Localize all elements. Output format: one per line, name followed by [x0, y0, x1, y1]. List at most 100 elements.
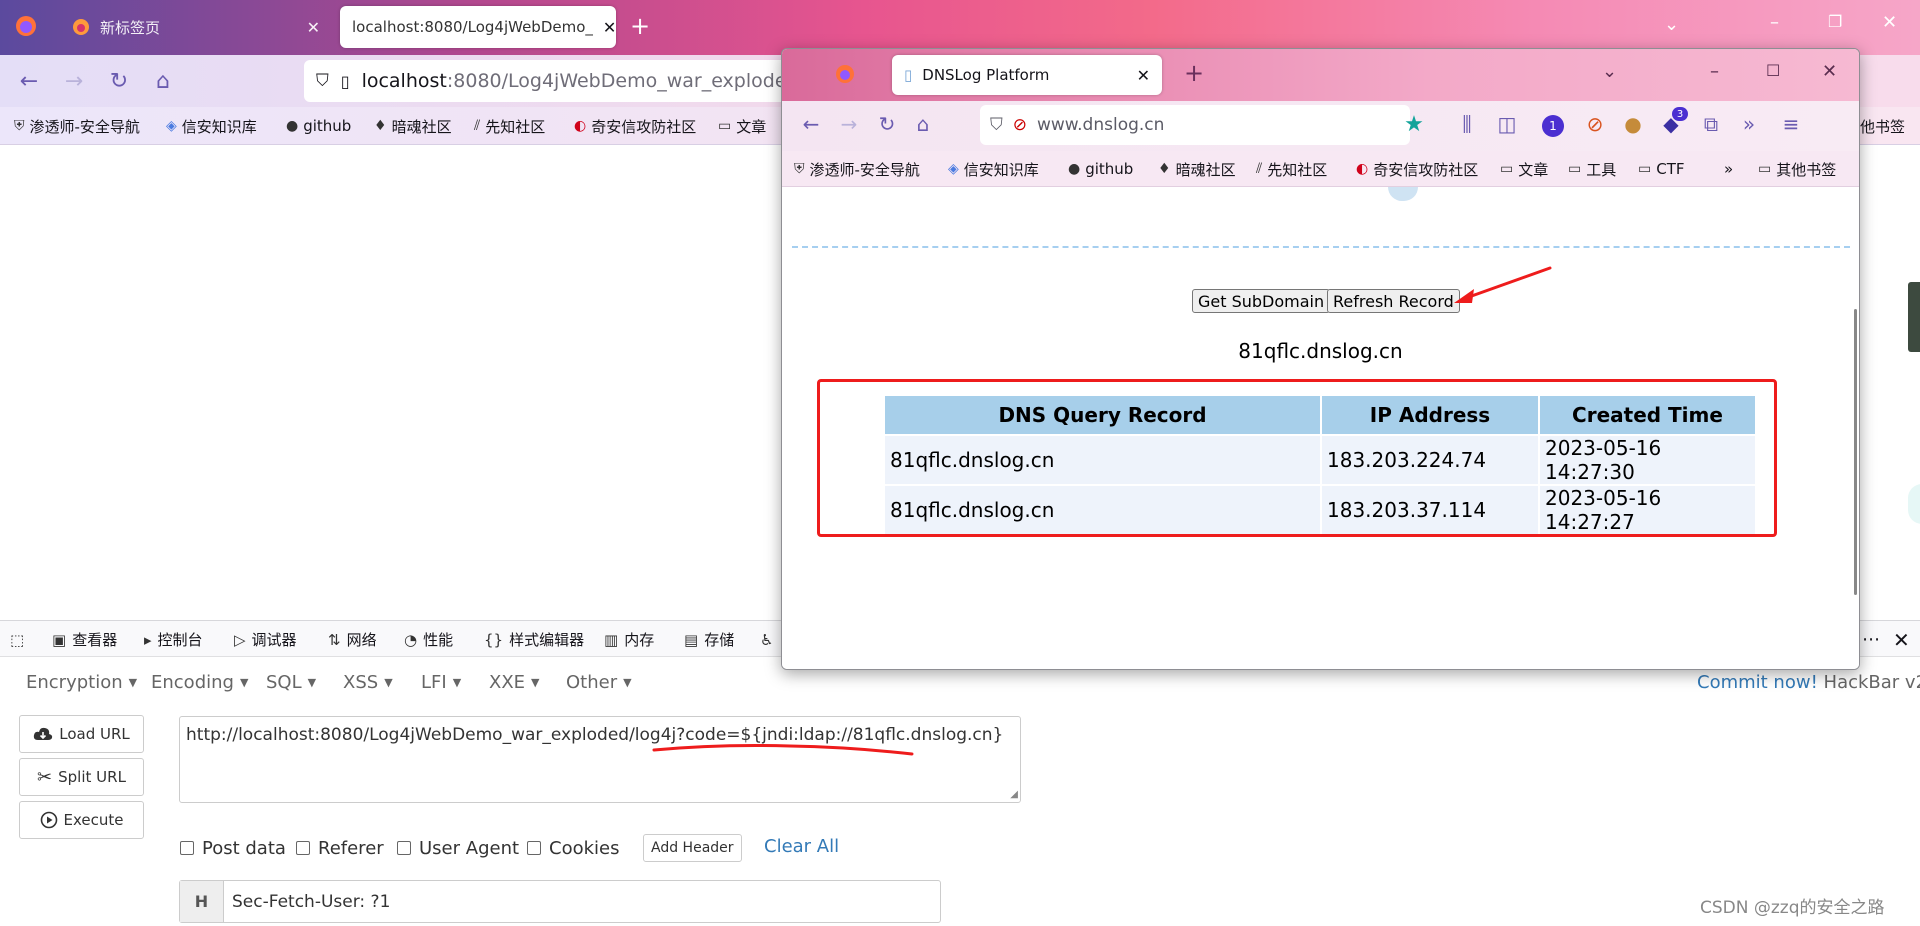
bookmarks-overflow-icon[interactable]: »: [1724, 151, 1733, 187]
maximize-icon[interactable]: ☐: [1766, 61, 1780, 80]
menu-encoding[interactable]: Encoding ▼: [151, 657, 248, 708]
refresh-record-button[interactable]: Refresh Record: [1327, 289, 1460, 313]
close-tab-icon[interactable]: ✕: [307, 18, 320, 37]
close-tab-icon[interactable]: ✕: [1137, 66, 1150, 85]
new-tab-plus-icon[interactable]: +: [1184, 59, 1204, 87]
bookmark-item[interactable]: ◈ 信安知识库: [948, 151, 1039, 187]
post-data-option[interactable]: Post data: [180, 836, 286, 860]
tab-dnslog[interactable]: ▯ DNSLog Platform ✕: [892, 55, 1162, 95]
tab-inspector[interactable]: ▣ 查看器: [52, 621, 117, 658]
commit-link[interactable]: Commit now!: [1697, 672, 1818, 693]
close-window-icon[interactable]: ✕: [1822, 61, 1837, 82]
add-header-button[interactable]: Add Header: [643, 834, 742, 862]
user-agent-option[interactable]: User Agent: [397, 836, 519, 860]
reload-icon[interactable]: ↻: [102, 64, 136, 98]
background-url-bar[interactable]: ⛉ ▯ localhost:8080/Log4jWebDemo_war_expl…: [304, 60, 822, 102]
close-devtools-icon[interactable]: ✕: [1893, 621, 1910, 658]
menu-hamburger-icon[interactable]: ≡: [1776, 109, 1806, 139]
extension-icon[interactable]: 1: [1542, 115, 1564, 137]
red-underline-annotation: [652, 744, 914, 756]
tab-performance[interactable]: ◔ 性能: [404, 621, 453, 658]
bookmark-item[interactable]: ● github: [1068, 151, 1133, 187]
back-arrow-icon[interactable]: ←: [12, 64, 46, 98]
bookmark-item[interactable]: ♦ 暗魂社区: [374, 107, 452, 145]
sidebar-icon[interactable]: ◫: [1492, 109, 1522, 139]
bookmark-item[interactable]: ⫽ 先知社区: [1256, 151, 1327, 187]
load-url-button[interactable]: Load URL: [19, 715, 144, 753]
minimize-icon[interactable]: –: [1770, 12, 1779, 33]
menu-xss[interactable]: XSS ▼: [343, 657, 393, 708]
url-textarea[interactable]: http://localhost:8080/Log4jWebDemo_war_e…: [179, 716, 1021, 803]
tab-list-chevron-icon[interactable]: ⌄: [1664, 14, 1679, 35]
new-tab-plus-icon[interactable]: +: [630, 12, 650, 40]
checkbox[interactable]: [527, 841, 541, 855]
element-picker-icon[interactable]: ⬚: [10, 621, 24, 658]
resize-grip-icon[interactable]: ◢: [1010, 789, 1018, 800]
more-options-icon[interactable]: ⋯: [1862, 621, 1880, 658]
bookmark-folder[interactable]: ▭ CTF: [1638, 151, 1685, 187]
tab-console[interactable]: ▸ 控制台: [144, 621, 203, 658]
menu-other[interactable]: Other ▼: [566, 657, 632, 708]
bookmark-folder[interactable]: ▭ 其他书签: [1758, 151, 1836, 187]
restore-icon[interactable]: ❐: [1828, 12, 1842, 31]
bookmark-folder[interactable]: ▭ 工具: [1568, 151, 1616, 187]
shield-icon[interactable]: ⛉: [316, 71, 329, 91]
cookies-option[interactable]: Cookies: [527, 836, 619, 860]
forward-arrow-icon[interactable]: →: [57, 64, 91, 98]
menu-label: LFI: [421, 672, 447, 693]
cookie-icon[interactable]: ●: [1618, 109, 1648, 139]
back-arrow-icon[interactable]: ←: [796, 109, 826, 139]
bookmark-item[interactable]: ⛨ 渗透师-安全导航: [14, 107, 140, 145]
tab-storage[interactable]: ▤ 存储: [684, 621, 734, 658]
execute-button[interactable]: Execute: [19, 801, 144, 839]
checkbox[interactable]: [397, 841, 411, 855]
home-icon[interactable]: ⌂: [908, 109, 938, 139]
tab-debugger[interactable]: ▷ 调试器: [234, 621, 297, 658]
bookmark-item[interactable]: ⫽ 先知社区: [474, 107, 545, 145]
close-tab-icon[interactable]: ✕: [603, 18, 616, 37]
get-subdomain-button[interactable]: Get SubDomain: [1192, 289, 1331, 313]
bookmark-item[interactable]: ◐ 奇安信攻防社区: [574, 107, 696, 145]
extensions-puzzle-icon[interactable]: ⧉: [1696, 109, 1726, 139]
tab-memory[interactable]: ▥ 内存: [604, 621, 654, 658]
bookmark-item[interactable]: ♦ 暗魂社区: [1158, 151, 1236, 187]
header-field[interactable]: H Sec-Fetch-User: ?1: [179, 880, 941, 923]
reload-icon[interactable]: ↻: [872, 109, 902, 139]
minimize-icon[interactable]: –: [1710, 61, 1719, 82]
bookmark-item[interactable]: ◈ 信安知识库: [166, 107, 257, 145]
checkbox[interactable]: [296, 841, 310, 855]
bookmark-item[interactable]: ● github: [286, 107, 351, 145]
bookmark-item[interactable]: ◐ 奇安信攻防社区: [1356, 151, 1478, 187]
tab-localhost[interactable]: localhost:8080/Log4jWebDemo_ ✕: [340, 6, 616, 48]
bookmark-item[interactable]: ⛨ 渗透师-安全导航: [794, 151, 920, 187]
bookmark-folder[interactable]: 他书签: [1860, 107, 1905, 145]
tab-new-tab[interactable]: 新标签页 ✕: [60, 6, 332, 48]
forward-arrow-icon[interactable]: →: [834, 109, 864, 139]
menu-sql[interactable]: SQL ▼: [266, 657, 316, 708]
bookmark-folder[interactable]: ▭ 文章: [1500, 151, 1548, 187]
tab-list-chevron-icon[interactable]: ⌄: [1602, 61, 1617, 82]
close-window-icon[interactable]: ✕: [1882, 12, 1897, 33]
insecure-lock-icon[interactable]: ⊘: [1013, 115, 1027, 135]
foreground-url-bar[interactable]: ⛉ ⊘ www.dnslog.cn: [980, 105, 1410, 145]
clear-all-link[interactable]: Clear All: [764, 836, 839, 857]
split-url-button[interactable]: ✂ Split URL: [19, 758, 144, 796]
checkbox[interactable]: [180, 841, 194, 855]
extension-blocker-icon[interactable]: ⊘: [1580, 109, 1610, 139]
tab-network[interactable]: ⇅ 网络: [328, 621, 377, 658]
menu-lfi[interactable]: LFI ▼: [421, 657, 461, 708]
page-scrollbar[interactable]: [1854, 309, 1857, 595]
menu-xxe[interactable]: XXE ▼: [489, 657, 540, 708]
menu-encryption[interactable]: Encryption ▼: [26, 657, 137, 708]
library-icon[interactable]: ⫼: [1452, 109, 1482, 139]
bookmark-folder[interactable]: ▭ 文章: [718, 107, 766, 145]
shield-icon[interactable]: ⛉: [990, 115, 1003, 135]
home-icon[interactable]: ⌂: [146, 64, 180, 98]
header-value[interactable]: Sec-Fetch-User: ?1: [224, 881, 390, 922]
bookmark-label: 先知社区: [1267, 160, 1328, 179]
bookmark-star-icon[interactable]: ★: [1399, 109, 1429, 139]
accessibility-icon[interactable]: ♿: [760, 621, 773, 658]
tab-style-editor[interactable]: {} 样式编辑器: [484, 621, 584, 658]
referer-option[interactable]: Referer: [296, 836, 384, 860]
overflow-chevrons-icon[interactable]: »: [1734, 109, 1764, 139]
